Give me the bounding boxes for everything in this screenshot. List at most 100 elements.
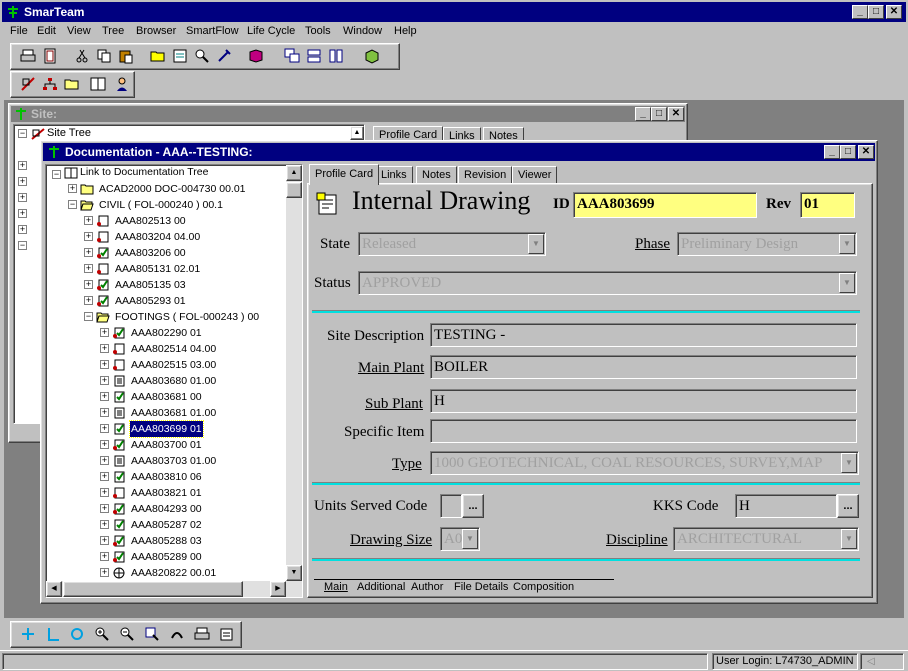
expand-toggle[interactable]: +	[100, 360, 109, 369]
expand-toggle[interactable]: +	[84, 216, 93, 225]
chevron-down-icon[interactable]: ▼	[841, 529, 857, 549]
tab-notes[interactable]: Notes	[416, 166, 457, 184]
tree-node-label[interactable]: AAA805288 03	[130, 533, 203, 549]
expand-toggle[interactable]: +	[100, 424, 109, 433]
tree-node[interactable]: + AAA804293 00	[46, 501, 284, 517]
expand-toggle[interactable]: +	[100, 488, 109, 497]
tree-node[interactable]: + AAA802515 03.00	[46, 357, 284, 373]
expand-toggle[interactable]: +	[100, 376, 109, 385]
expand-toggle[interactable]: +	[68, 184, 77, 193]
doc-maximize-button[interactable]: □	[840, 145, 856, 159]
tab-profile-card[interactable]: Profile Card	[309, 164, 380, 185]
open-folder-icon[interactable]	[149, 47, 167, 65]
tree-node-label[interactable]: AAA805293 01	[114, 293, 187, 309]
tree-node-label[interactable]: AAA805135 03	[114, 277, 187, 293]
expand-toggle[interactable]: −	[68, 200, 77, 209]
main-plant-label[interactable]: Main Plant	[358, 360, 424, 377]
menu-lifecycle[interactable]: Life Cycle	[247, 25, 295, 37]
tree-vertical-scrollbar[interactable]: ▲ ▼	[286, 165, 302, 581]
chevron-down-icon[interactable]: ▼	[462, 529, 478, 549]
kks-code-field[interactable]: H	[735, 494, 837, 518]
expand-toggle[interactable]: +	[100, 328, 109, 337]
tree-node-label[interactable]: AAA803681 01.00	[130, 405, 217, 421]
doc-close-button[interactable]: ✕	[858, 145, 874, 159]
scroll-down-icon[interactable]: ▼	[286, 565, 302, 581]
site-tree-root[interactable]: Site Tree	[47, 127, 91, 139]
tree-node-label[interactable]: AAA802290 01	[130, 325, 203, 341]
chevron-down-icon[interactable]: ▼	[839, 273, 855, 293]
tools-icon[interactable]	[215, 47, 233, 65]
tree-node[interactable]: + AAA805287 02	[46, 517, 284, 533]
site-tree-icon[interactable]	[19, 75, 37, 93]
tree-node[interactable]: + AAA803703 01.00	[46, 453, 284, 469]
scroll-left-icon[interactable]: ◀	[46, 581, 62, 597]
align-left-icon[interactable]	[44, 625, 62, 643]
tree-node[interactable]: + AAA803681 00	[46, 389, 284, 405]
hierarchy-icon[interactable]	[41, 75, 59, 93]
tree-node[interactable]: + AAA803680 01.00	[46, 373, 284, 389]
tree-node[interactable]: + AAA802290 01	[46, 325, 284, 341]
tile-vertical-icon[interactable]	[327, 47, 345, 65]
bottom-tab-file-details[interactable]: File Details	[454, 580, 508, 595]
cascade-icon[interactable]	[283, 47, 301, 65]
menu-smartflow[interactable]: SmartFlow	[186, 25, 239, 37]
expand-toggle[interactable]: +	[100, 408, 109, 417]
tree-node-label[interactable]: AAA803703 01.00	[130, 453, 217, 469]
bottom-tab-additional[interactable]: Additional	[357, 580, 405, 595]
units-served-field[interactable]	[440, 494, 462, 518]
specific-item-field[interactable]	[430, 419, 857, 443]
site-close-button[interactable]: ✕	[668, 107, 684, 121]
tree-node-label[interactable]: AAA802515 03.00	[130, 357, 217, 373]
tree-node-label[interactable]: AAA805131 02.01	[114, 261, 201, 277]
tree-node-label[interactable]: AAA803204 04.00	[114, 229, 201, 245]
tree-node-label[interactable]: AAA803680 01.00	[130, 373, 217, 389]
tree-node[interactable]: + AAA802514 04.00	[46, 341, 284, 357]
tree-node[interactable]: + AAA802513 00	[46, 213, 284, 229]
expand-toggle[interactable]: +	[100, 520, 109, 529]
tab-links[interactable]: Links	[375, 166, 413, 184]
tree-node-label[interactable]: AAA803699 01	[129, 420, 204, 438]
zoom-fit-icon[interactable]	[143, 625, 161, 643]
view-file-icon[interactable]	[171, 47, 189, 65]
discipline-label[interactable]: Discipline	[606, 532, 668, 549]
sub-plant-field[interactable]: H	[430, 389, 857, 413]
kks-code-browse-button[interactable]: ...	[837, 494, 859, 518]
site-description-field[interactable]: TESTING -	[430, 323, 857, 347]
bottom-tab-author[interactable]: Author	[411, 580, 443, 595]
expand-toggle[interactable]: +	[100, 456, 109, 465]
tree-node[interactable]: + AAA805131 02.01	[46, 261, 284, 277]
preview-icon[interactable]	[41, 47, 59, 65]
tile-horizontal-icon[interactable]	[305, 47, 323, 65]
tree-node[interactable]: + AAA820822 00.01	[46, 565, 284, 581]
expand-toggle[interactable]: +	[100, 472, 109, 481]
tree-node[interactable]: + AAA803699 01	[46, 420, 284, 438]
expand-toggle[interactable]: +	[84, 264, 93, 273]
expand-toggle[interactable]: +	[100, 536, 109, 545]
expand-toggle[interactable]: −	[18, 129, 27, 138]
zoom-out-icon[interactable]	[118, 625, 136, 643]
paste-icon[interactable]	[117, 47, 135, 65]
tree-node[interactable]: + AAA803681 01.00	[46, 405, 284, 421]
menu-tree[interactable]: Tree	[102, 25, 124, 37]
tab-viewer[interactable]: Viewer	[512, 166, 558, 184]
user-icon[interactable]	[113, 75, 131, 93]
expand-toggle[interactable]: +	[100, 440, 109, 449]
tree-node-label[interactable]: ACAD2000 DOC-004730 00.01	[98, 181, 247, 197]
chevron-down-icon[interactable]: ▼	[841, 453, 857, 473]
book-icon[interactable]	[247, 47, 265, 65]
rev-field[interactable]: 01	[800, 192, 855, 218]
print-preview-icon[interactable]	[193, 625, 211, 643]
expand-toggle[interactable]: −	[84, 312, 93, 321]
discipline-select[interactable]: ARCHITECTURAL ▼	[673, 527, 859, 551]
tree-node[interactable]: + AAA803821 01	[46, 485, 284, 501]
search-icon[interactable]	[193, 47, 211, 65]
tree-node-label[interactable]: FOOTINGS ( FOL-000243 ) 00	[114, 309, 260, 325]
expand-toggle[interactable]: +	[84, 248, 93, 257]
scroll-thumb[interactable]	[286, 182, 302, 198]
menu-window[interactable]: Window	[343, 25, 382, 37]
tree-node[interactable]: + AAA805135 03	[46, 277, 284, 293]
minimize-button[interactable]: _	[852, 5, 868, 19]
tree-node-label[interactable]: CIVIL ( FOL-000240 ) 00.1	[98, 197, 224, 213]
expand-toggle[interactable]: +	[84, 232, 93, 241]
drawing-size-label[interactable]: Drawing Size	[350, 532, 432, 549]
